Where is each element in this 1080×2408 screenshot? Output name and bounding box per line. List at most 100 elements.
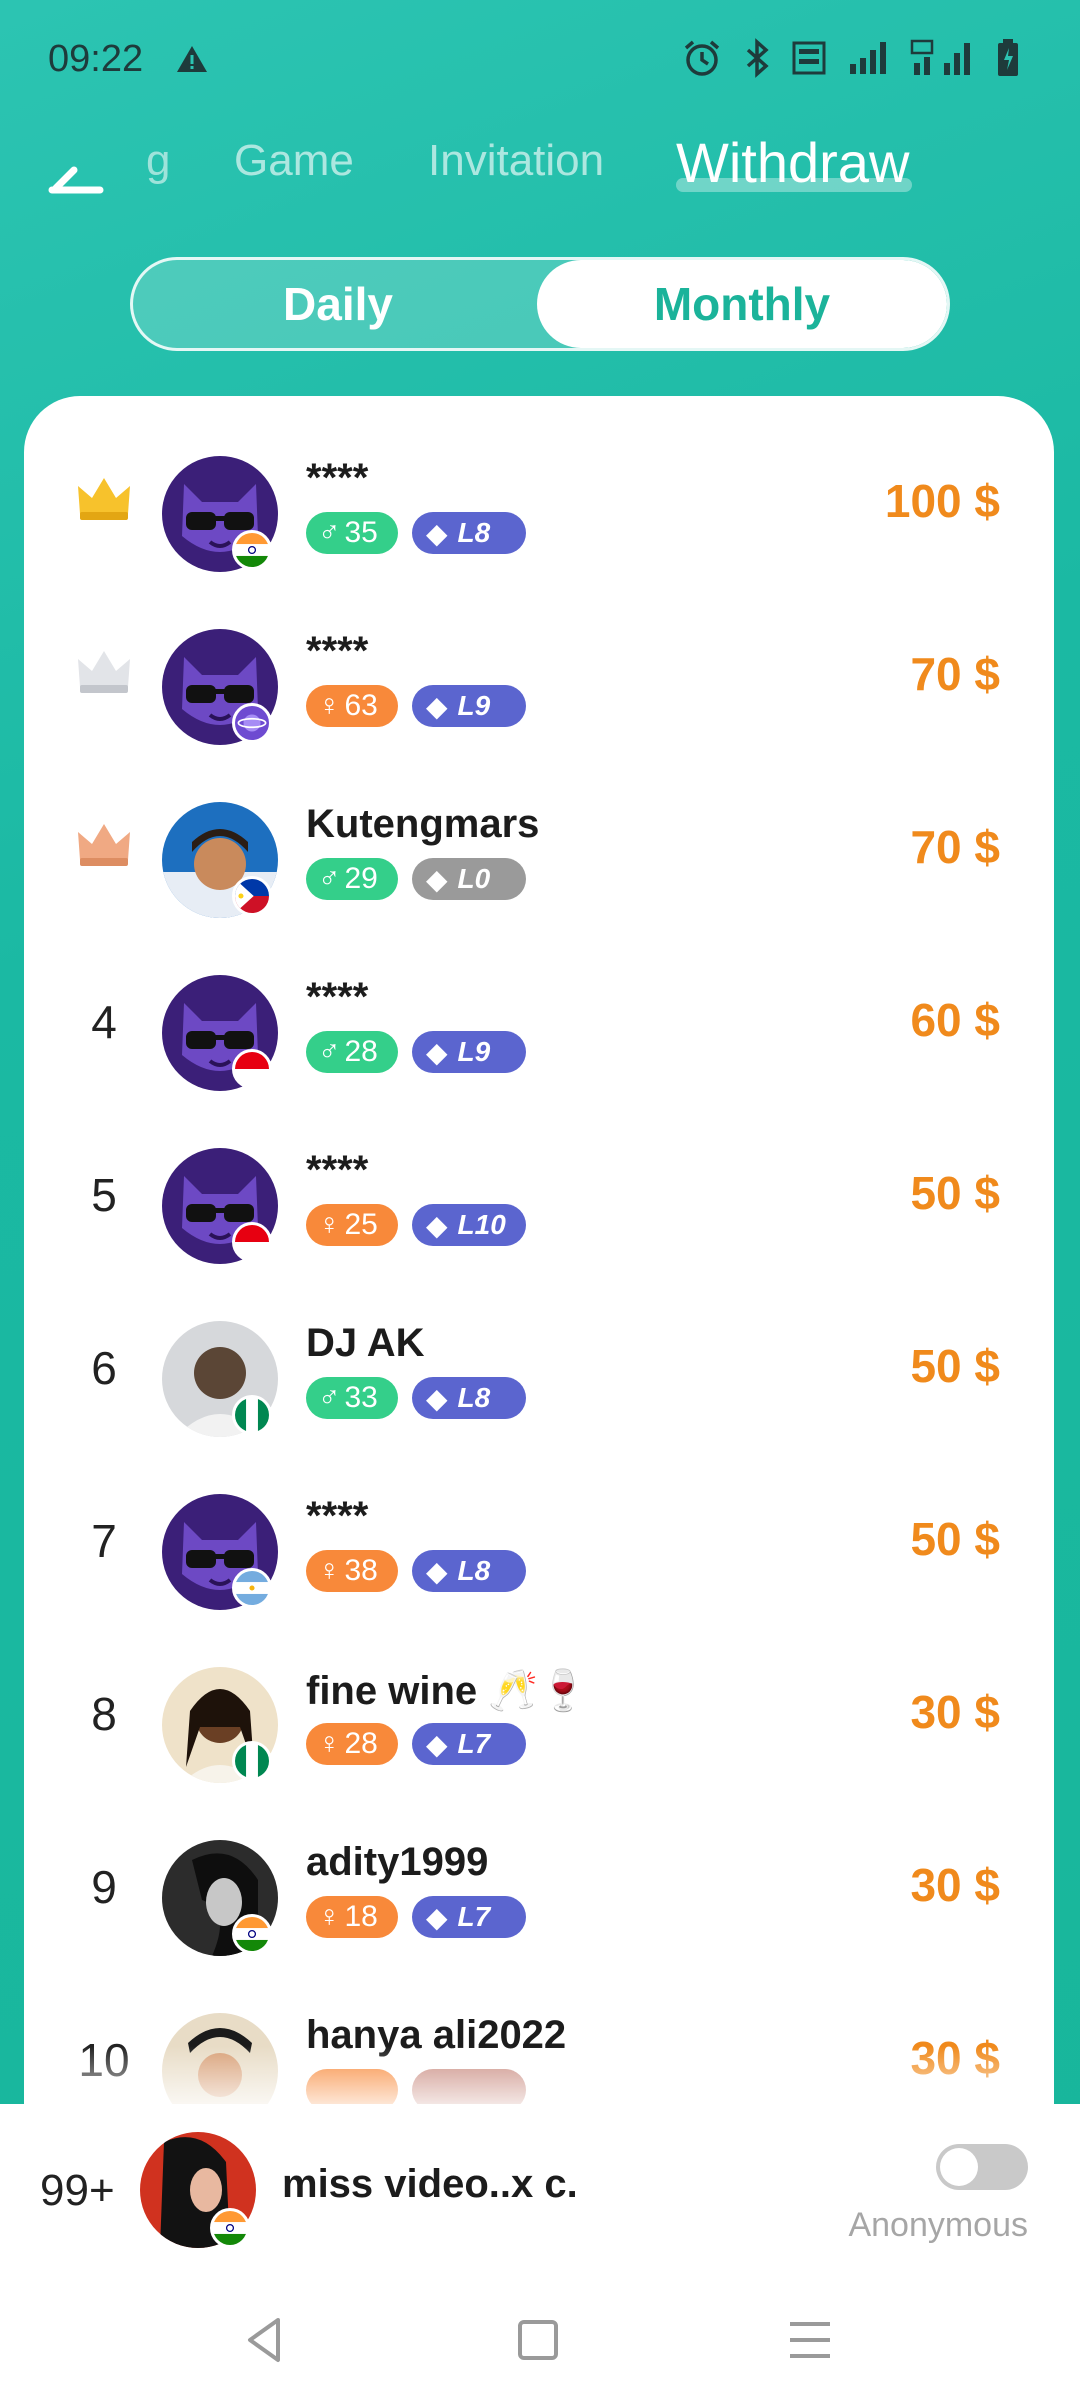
withdraw-amount: 50 $ bbox=[910, 1340, 1000, 1392]
gender-age-badge: ♀ 25 bbox=[306, 1204, 398, 1246]
leaderboard-row[interactable]: 5 **** ♀ 25 ◆ L10 50 $ bbox=[24, 1118, 1054, 1291]
back-arrow-icon[interactable] bbox=[46, 150, 106, 200]
gender-age-badge: ♂ 33 bbox=[306, 1377, 398, 1419]
leaderboard-row[interactable]: 9 adity1999 ♀ 18 ◆ L7 30 $ bbox=[24, 1810, 1054, 1983]
leaderboard-row[interactable]: 7 **** ♀ 38 ◆ L8 50 $ bbox=[24, 1464, 1054, 1637]
diamond-icon: ◆ bbox=[426, 863, 448, 895]
tab-withdraw[interactable]: Withdraw bbox=[676, 130, 909, 195]
female-icon: ♀ bbox=[318, 1554, 341, 1587]
status-time: 09:22 bbox=[48, 38, 144, 80]
male-icon: ♂ bbox=[318, 1381, 341, 1414]
gender-age-badge: ♂ 29 bbox=[306, 858, 398, 900]
rank-number: 9 bbox=[91, 1861, 117, 1913]
level-badge: ◆ L7 bbox=[412, 1896, 526, 1938]
rank-number: 5 bbox=[91, 1169, 117, 1221]
user-name: adity1999 bbox=[306, 1840, 489, 1884]
leaderboard-row[interactable]: Kutengmars ♂ 29 ◆ L0 70 $ bbox=[24, 772, 1054, 945]
user-name: **** bbox=[306, 456, 369, 500]
rank-number: 8 bbox=[91, 1688, 117, 1740]
level-badge: ◆ L7 bbox=[412, 1723, 526, 1765]
leaderboard-row[interactable]: 6 DJ AK ♂ 33 ◆ L8 50 $ bbox=[24, 1291, 1054, 1464]
flag-icon bbox=[232, 1914, 272, 1954]
withdraw-amount: 30 $ bbox=[910, 1686, 1000, 1738]
gender-age-badge: ♀ 28 bbox=[306, 1723, 398, 1765]
diamond-icon: ◆ bbox=[426, 1209, 448, 1241]
flag-icon bbox=[232, 1049, 272, 1089]
flag-icon bbox=[232, 530, 272, 570]
leaderboard-card: **** ♂ 35 ◆ L8 100 $ **** ♀ 63 ◆ L9 70 $ Kut… bbox=[24, 396, 1054, 2116]
female-icon: ♀ bbox=[318, 689, 341, 722]
leaderboard-row[interactable]: **** ♀ 63 ◆ L9 70 $ bbox=[24, 599, 1054, 772]
period-toggle: Daily Monthly bbox=[130, 257, 950, 351]
signal-icon bbox=[850, 42, 886, 74]
diamond-icon: ◆ bbox=[426, 1901, 448, 1933]
nav-back-icon[interactable] bbox=[236, 2310, 296, 2370]
alarm-icon bbox=[684, 40, 720, 76]
level-badge: ◆ L0 bbox=[412, 858, 526, 900]
flag-icon bbox=[232, 1568, 272, 1608]
my-rank-number: 99+ bbox=[40, 2166, 115, 2215]
level-badge: ◆ L9 bbox=[412, 685, 526, 727]
withdraw-amount: 70 $ bbox=[910, 648, 1000, 700]
rank-number: 7 bbox=[91, 1515, 117, 1567]
withdraw-amount: 50 $ bbox=[910, 1167, 1000, 1219]
user-name: Kutengmars bbox=[306, 802, 540, 846]
tab-invitation[interactable]: Invitation bbox=[428, 136, 604, 186]
toggle-knob bbox=[940, 2148, 978, 2186]
withdraw-amount: 60 $ bbox=[910, 994, 1000, 1046]
status-bar: 09:22 bbox=[0, 0, 1080, 120]
flag-icon bbox=[232, 876, 272, 916]
bluetooth-icon bbox=[746, 38, 769, 78]
volte-icon bbox=[792, 41, 826, 75]
user-name: **** bbox=[306, 1148, 369, 1192]
leaderboard-row[interactable]: **** ♂ 35 ◆ L8 100 $ bbox=[24, 426, 1054, 599]
level-badge: ◆ L10 bbox=[412, 1204, 526, 1246]
diamond-icon: ◆ bbox=[426, 1382, 448, 1414]
daily-button[interactable]: Daily bbox=[133, 260, 543, 348]
tab-game[interactable]: Game bbox=[234, 136, 354, 186]
level-badge: ◆ L9 bbox=[412, 1031, 526, 1073]
gender-age-badge: ♂ 35 bbox=[306, 512, 398, 554]
diamond-icon: ◆ bbox=[426, 517, 448, 549]
nav-home-icon[interactable] bbox=[508, 2310, 568, 2370]
monthly-button[interactable]: Monthly bbox=[537, 260, 947, 348]
silver-crown-icon bbox=[78, 651, 130, 693]
female-icon: ♀ bbox=[318, 1900, 341, 1933]
tab-partial[interactable]: g bbox=[146, 136, 170, 186]
user-name: fine wine 🥂🍷 bbox=[306, 1669, 588, 1713]
withdraw-amount: 50 $ bbox=[910, 1513, 1000, 1565]
withdraw-amount: 100 $ bbox=[884, 475, 1000, 527]
leaderboard-row[interactable]: 4 **** ♂ 28 ◆ L9 60 $ bbox=[24, 945, 1054, 1118]
leaderboard-row[interactable]: 8 fine wine 🥂🍷 ♀ 28 ◆ L7 30 $ bbox=[24, 1637, 1054, 1810]
flag-icon bbox=[232, 1222, 272, 1262]
nav-menu-icon[interactable] bbox=[780, 2310, 840, 2370]
male-icon: ♂ bbox=[318, 1035, 341, 1068]
anonymous-toggle[interactable] bbox=[936, 2144, 1028, 2190]
level-badge: ◆ L8 bbox=[412, 1550, 526, 1592]
flag-icon bbox=[232, 1395, 272, 1435]
female-icon: ♀ bbox=[318, 1727, 341, 1760]
withdraw-amount: 70 $ bbox=[910, 821, 1000, 873]
level-badge: ◆ L8 bbox=[412, 512, 526, 554]
my-name: miss video..x c. bbox=[282, 2162, 578, 2206]
user-name: **** bbox=[306, 1494, 369, 1538]
user-name: **** bbox=[306, 629, 369, 673]
level-badge: ◆ L8 bbox=[412, 1377, 526, 1419]
male-icon: ♂ bbox=[318, 516, 341, 549]
gold-crown-icon bbox=[78, 478, 130, 520]
diamond-icon: ◆ bbox=[426, 1036, 448, 1068]
warning-icon bbox=[177, 46, 207, 72]
anonymous-label: Anonymous bbox=[848, 2206, 1028, 2244]
rank-number: 4 bbox=[91, 996, 117, 1048]
gender-age-badge: ♀ 63 bbox=[306, 685, 398, 727]
lte-signal-icon bbox=[910, 39, 970, 75]
female-icon: ♀ bbox=[318, 1208, 341, 1241]
system-nav-bar bbox=[0, 2274, 1080, 2408]
diamond-icon: ◆ bbox=[426, 690, 448, 722]
user-name: **** bbox=[306, 975, 369, 1019]
diamond-icon: ◆ bbox=[426, 1555, 448, 1587]
flag-icon bbox=[232, 1741, 272, 1781]
flag-icon bbox=[232, 703, 272, 743]
rank-number: 6 bbox=[91, 1342, 117, 1394]
diamond-icon: ◆ bbox=[426, 1728, 448, 1760]
